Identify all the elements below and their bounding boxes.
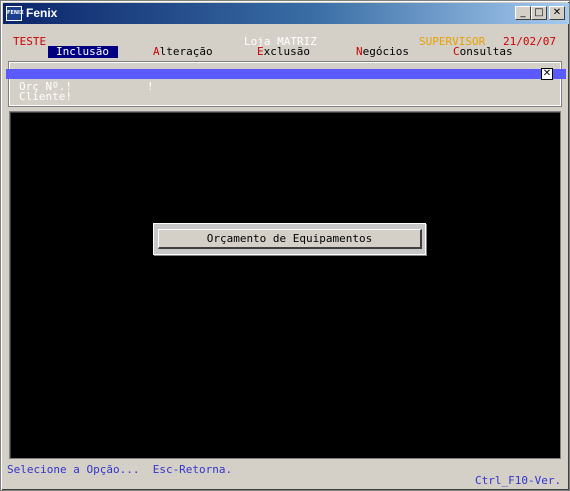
menu-label: egócios — [362, 45, 409, 58]
menu-label: xclusão — [263, 45, 310, 58]
title-bar[interactable]: FENIX Fenix _ □ ✕ — [3, 3, 569, 24]
cliente-field[interactable]: Cliente! — [19, 91, 72, 102]
maximize-button[interactable]: □ — [531, 6, 547, 20]
menu-negocios[interactable]: Negócios — [356, 46, 409, 58]
menu-inclusao[interactable]: Inclusão — [48, 46, 118, 58]
menu-hotkey: N — [356, 45, 363, 58]
form-close-icon[interactable]: ✕ — [541, 68, 553, 80]
window-title: Fenix — [26, 6, 58, 20]
orcamento-equipamentos-button[interactable]: Orçamento de Equipamentos — [158, 229, 422, 249]
menu-hotkey: E — [257, 45, 264, 58]
status-hint: Selecione a Opção... Esc-Retorna. — [7, 463, 233, 476]
menu-alteracao[interactable]: Alteração — [153, 46, 213, 58]
menu-label: nclusão — [62, 45, 109, 58]
menu-label: lteração — [159, 45, 213, 58]
app-icon[interactable]: FENIX — [6, 6, 24, 21]
menu-hotkey: C — [453, 45, 460, 58]
close-button[interactable]: ✕ — [549, 6, 565, 20]
form-title-bar — [6, 69, 566, 79]
menu-hotkey: A — [153, 45, 160, 58]
company-name: TESTE — [13, 35, 47, 48]
menu-label: onsultas — [459, 45, 513, 58]
option-dialog: Orçamento de Equipamentos — [153, 223, 426, 255]
orc-number-field-end: ! — [147, 80, 154, 93]
version-hint: Ctrl_F10-Ver. — [475, 474, 562, 487]
menu-hotkey: I — [56, 45, 63, 58]
fenix-window: FENIX Fenix _ □ ✕ TESTE Loja MATRIZ SUPE… — [0, 0, 570, 491]
menu-exclusao[interactable]: Exclusão — [257, 46, 310, 58]
minimize-button[interactable]: _ — [515, 6, 531, 20]
main-display-area — [9, 111, 561, 459]
menu-consultas[interactable]: Consultas — [453, 46, 513, 58]
